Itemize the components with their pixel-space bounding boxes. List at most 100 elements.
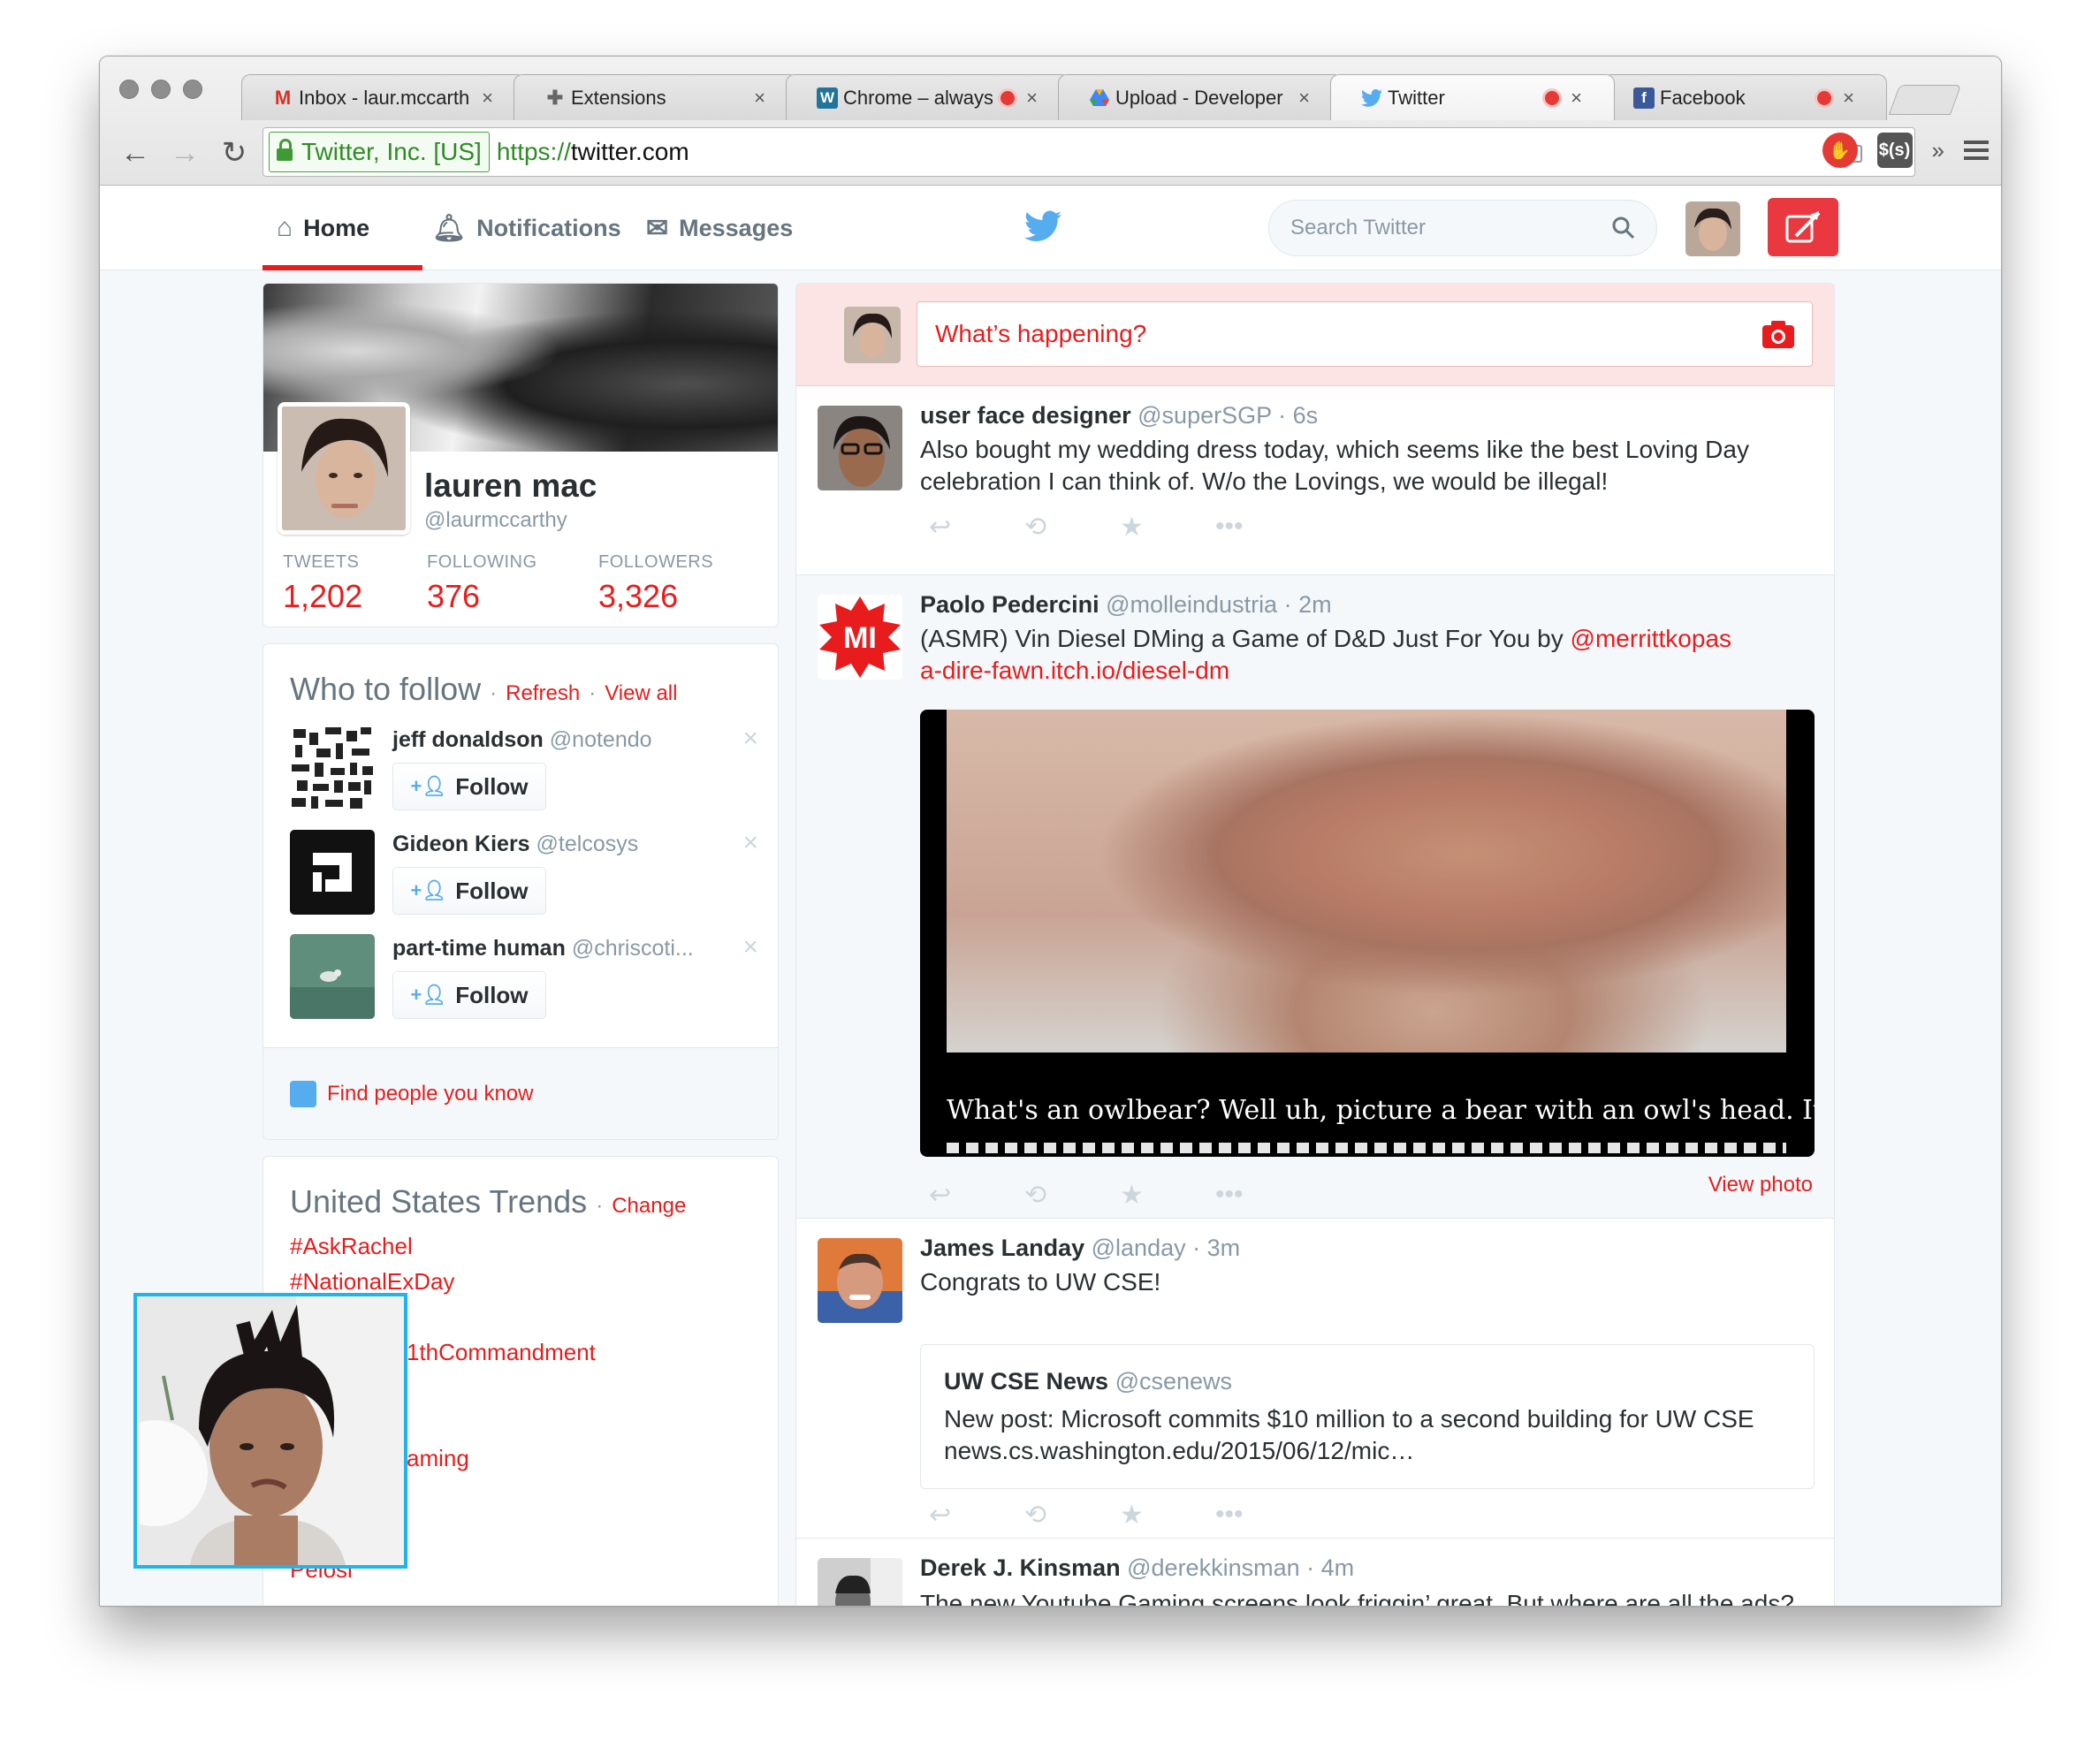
- refresh-link[interactable]: Refresh: [506, 681, 580, 705]
- nav-home-label: Home: [303, 214, 370, 241]
- ev-certificate-badge[interactable]: Twitter, Inc. [US]: [269, 132, 490, 172]
- tab-upload[interactable]: Upload - Developer ×: [1058, 74, 1343, 120]
- account-avatar[interactable]: [1685, 201, 1740, 256]
- tab-gmail[interactable]: M Inbox - laur.mccarth ×: [241, 74, 526, 120]
- tab-close-icon[interactable]: ×: [1298, 87, 1310, 110]
- compose-tweet-button[interactable]: [1768, 198, 1838, 256]
- tweet-author[interactable]: James Landay: [920, 1235, 1084, 1261]
- suggestion-name[interactable]: jeff donaldson @notendo: [392, 727, 652, 753]
- trend-item[interactable]: 1thCommandment: [407, 1339, 596, 1366]
- suggestion-avatar[interactable]: [290, 934, 375, 1019]
- tweet[interactable]: user face designer @superSGP · 6s Also b…: [796, 386, 1834, 575]
- media-photo[interactable]: [947, 710, 1786, 1053]
- camera-icon[interactable]: [1761, 318, 1796, 350]
- tweet[interactable]: MI Paolo Pedercini @molleindustria · 2m …: [796, 575, 1834, 1219]
- dismiss-icon[interactable]: ×: [742, 724, 758, 754]
- dismiss-icon[interactable]: ×: [742, 828, 758, 858]
- tweet-input[interactable]: What’s happening?: [917, 301, 1813, 367]
- suggestion-name[interactable]: part-time human @chriscoti...: [392, 936, 694, 961]
- follow-button[interactable]: +👤︎ Follow: [392, 971, 546, 1019]
- tweet-avatar[interactable]: [818, 1238, 902, 1323]
- tab-close-icon[interactable]: ×: [482, 87, 493, 110]
- nav-messages[interactable]: ✉ Messages: [646, 186, 793, 270]
- tweet-media[interactable]: What's an owlbear? Well uh, picture a be…: [920, 710, 1815, 1157]
- suggestion-avatar[interactable]: [290, 726, 375, 810]
- new-tab-button[interactable]: [1888, 85, 1962, 115]
- adblock-icon[interactable]: ✋: [1822, 133, 1858, 168]
- view-photo-link[interactable]: View photo: [1708, 1173, 1813, 1197]
- tweet-meta[interactable]: @superSGP · 6s: [1138, 402, 1318, 429]
- tab-close-icon[interactable]: ×: [1843, 87, 1854, 110]
- tab-twitter[interactable]: Twitter ×: [1330, 74, 1615, 120]
- trend-item[interactable]: #NationalExDay: [290, 1268, 454, 1296]
- menu-icon[interactable]: [1964, 141, 1989, 160]
- window-controls: [119, 80, 202, 99]
- trend-item[interactable]: aming: [407, 1445, 469, 1472]
- tab-facebook[interactable]: f Facebook ×: [1602, 74, 1887, 120]
- more-icon[interactable]: •••: [1215, 512, 1311, 543]
- extensions-overflow-icon[interactable]: »: [1932, 137, 1944, 164]
- quoted-tweet[interactable]: UW CSE News @csenews New post: Microsoft…: [920, 1344, 1815, 1489]
- stat-following[interactable]: FOLLOWING 376: [427, 552, 537, 615]
- favorite-icon[interactable]: ★: [1120, 512, 1215, 543]
- favorite-icon[interactable]: ★: [1120, 1180, 1215, 1211]
- dismiss-icon[interactable]: ×: [742, 932, 758, 962]
- tweet-meta[interactable]: @derekkinsman · 4m: [1127, 1554, 1354, 1581]
- more-icon[interactable]: •••: [1215, 1500, 1311, 1531]
- stat-label: TWEETS: [283, 552, 360, 572]
- tweet[interactable]: Derek J. Kinsman @derekkinsman · 4m The …: [796, 1539, 1834, 1606]
- tab-close-icon[interactable]: ×: [1026, 87, 1038, 110]
- tweet-author[interactable]: Derek J. Kinsman: [920, 1554, 1121, 1581]
- minimize-window-button[interactable]: [151, 80, 171, 99]
- video-call-overlay[interactable]: [133, 1293, 407, 1569]
- trend-item[interactable]: #AskRachel: [290, 1233, 413, 1260]
- mention-link[interactable]: @merrittkopas: [1571, 625, 1731, 652]
- search-input[interactable]: Search Twitter: [1268, 200, 1657, 256]
- forward-arrow-icon[interactable]: →: [160, 136, 209, 171]
- reply-icon[interactable]: ↩: [929, 1500, 1024, 1531]
- tweet-meta[interactable]: @molleindustria · 2m: [1106, 591, 1332, 618]
- zoom-window-button[interactable]: [183, 80, 202, 99]
- extension-dollar-icon[interactable]: $(s): [1876, 133, 1913, 168]
- find-people-link[interactable]: Find people you know: [263, 1047, 778, 1139]
- address-bar[interactable]: Twitter, Inc. [US] https://twitter.com ☆: [262, 127, 1915, 177]
- stat-tweets[interactable]: TWEETS 1,202: [283, 552, 362, 615]
- nav-home[interactable]: ⌂ Home: [277, 186, 369, 270]
- favorite-icon[interactable]: ★: [1120, 1500, 1215, 1531]
- twitter-bird-icon[interactable]: [1024, 210, 1061, 242]
- tweet-avatar[interactable]: MI: [818, 595, 902, 680]
- reply-icon[interactable]: ↩: [929, 512, 1024, 543]
- retweet-icon[interactable]: ⟲: [1024, 1500, 1120, 1531]
- back-arrow-icon[interactable]: ←: [110, 136, 160, 171]
- tab-label: Twitter: [1388, 86, 1445, 109]
- tab-close-icon[interactable]: ×: [754, 87, 765, 110]
- tab-wordpress[interactable]: W Chrome – always ×: [786, 74, 1070, 120]
- retweet-icon[interactable]: ⟲: [1024, 1180, 1120, 1211]
- stat-followers[interactable]: FOLLOWERS 3,326: [598, 552, 713, 615]
- profile-handle[interactable]: @laurmccarthy: [424, 508, 567, 533]
- tweet-author[interactable]: user face designer: [920, 402, 1131, 429]
- suggestion-name[interactable]: Gideon Kiers @telcosys: [392, 832, 638, 857]
- search-icon[interactable]: [1610, 215, 1637, 241]
- view-all-link[interactable]: View all: [605, 681, 677, 705]
- tweet-meta[interactable]: @landay · 3m: [1092, 1235, 1240, 1261]
- profile-avatar[interactable]: [278, 402, 410, 535]
- tweet[interactable]: James Landay @landay · 3m Congrats to UW…: [796, 1219, 1834, 1539]
- more-icon[interactable]: •••: [1215, 1180, 1311, 1211]
- url-link[interactable]: a-dire-fawn.itch.io/diesel-dm: [920, 657, 1229, 684]
- reply-icon[interactable]: ↩: [929, 1180, 1024, 1211]
- reload-icon[interactable]: ↻: [209, 135, 259, 171]
- tweet-author[interactable]: Paolo Pedercini: [920, 591, 1099, 618]
- retweet-icon[interactable]: ⟲: [1024, 512, 1120, 543]
- change-trends-link[interactable]: Change: [612, 1194, 686, 1218]
- follow-button[interactable]: +👤︎ Follow: [392, 763, 546, 810]
- follow-button[interactable]: +👤︎ Follow: [392, 867, 546, 915]
- suggestion-avatar[interactable]: [290, 830, 375, 915]
- close-window-button[interactable]: [119, 80, 139, 99]
- tab-extensions[interactable]: ✚ Extensions ×: [514, 74, 798, 120]
- nav-notifications[interactable]: 🔔︎ Notifications: [432, 186, 621, 270]
- tab-close-icon[interactable]: ×: [1571, 87, 1582, 110]
- tweet-avatar[interactable]: [818, 1558, 902, 1606]
- profile-name[interactable]: lauren mac: [424, 467, 597, 505]
- tweet-avatar[interactable]: [818, 406, 902, 490]
